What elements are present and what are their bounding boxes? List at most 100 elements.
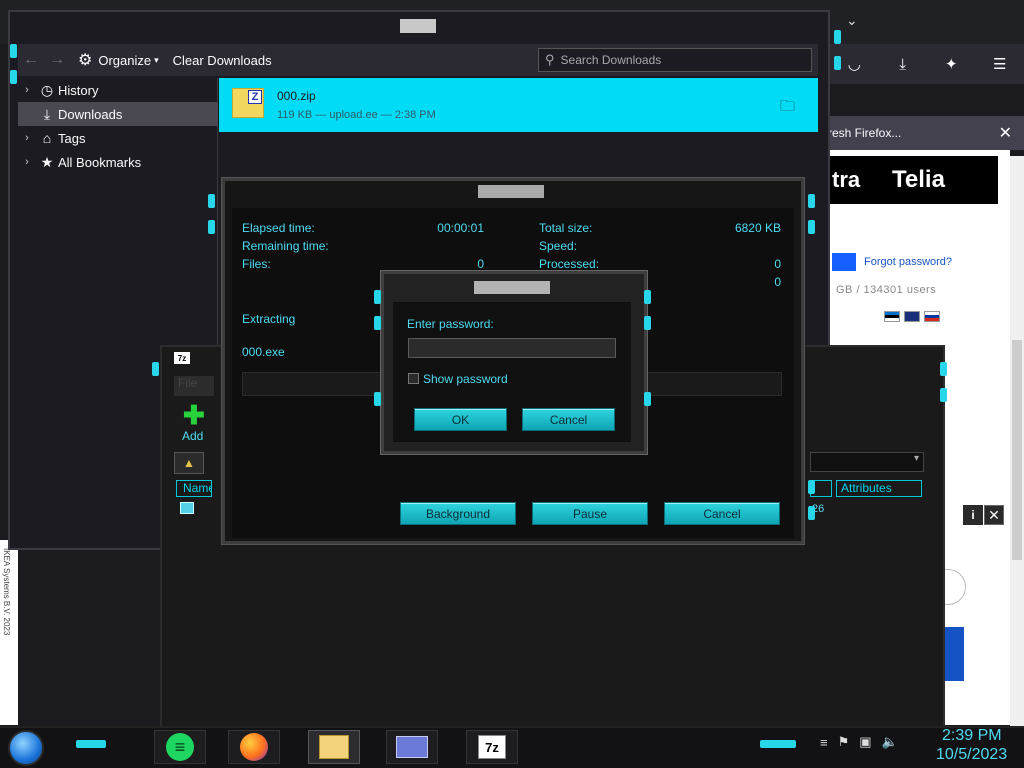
sidebar-item-label: History	[58, 82, 99, 98]
ratio-value: 0	[774, 275, 781, 289]
sidebar-item-tags[interactable]: › ⌂ Tags	[18, 126, 218, 150]
card-icon	[396, 736, 428, 758]
ad-info-icon[interactable]: i	[963, 505, 983, 525]
frame-light	[940, 388, 947, 402]
chevron-down-icon[interactable]: ⌄	[846, 12, 858, 29]
taskbar-notes-app[interactable]: ≡	[154, 730, 206, 764]
taskbar-control-panel[interactable]	[386, 730, 438, 764]
telia-logo: Telia	[892, 166, 945, 193]
sidebar-item-all-bookmarks[interactable]: › ★ All Bookmarks	[18, 150, 218, 174]
total-size-label: Total size:	[539, 221, 593, 235]
chevron-right-icon[interactable]: ›	[18, 156, 36, 168]
chevron-down-icon: ▾	[154, 54, 159, 65]
folder-up-icon[interactable]: ▲	[174, 452, 204, 474]
frame-light	[374, 316, 381, 330]
background-button[interactable]: Background	[400, 502, 516, 525]
web-banner: tra Telia	[820, 156, 998, 204]
users-stat: GB / 134301 users	[836, 284, 937, 296]
frame-light	[10, 44, 17, 58]
menu-file[interactable]: File	[174, 376, 214, 396]
clock-time[interactable]: 2:39 PM	[942, 727, 1002, 745]
taskbar-light	[760, 740, 796, 748]
elapsed-label: Elapsed time:	[242, 221, 315, 235]
frame-light	[208, 220, 215, 234]
7zip-logo-icon: 7z	[174, 352, 190, 364]
frame-light	[644, 316, 651, 330]
forward-button[interactable]: →	[44, 51, 70, 69]
download-item[interactable]	[219, 78, 818, 132]
chevron-right-icon[interactable]: ›	[18, 84, 36, 96]
clock-icon: ◷	[40, 81, 54, 98]
forgot-password-link[interactable]: Forgot password?	[864, 256, 952, 268]
copyright-text: IKEA Systems B.V. 2023	[2, 548, 11, 636]
pause-button[interactable]: Pause	[532, 502, 648, 525]
password-label: Enter password:	[407, 317, 494, 331]
clear-downloads-button[interactable]: Clear Downloads	[173, 53, 272, 68]
menu-icon[interactable]: ☰	[989, 53, 1011, 75]
folder-icon[interactable]: 🗀	[780, 96, 795, 121]
sidebar-item-label: All Bookmarks	[58, 154, 142, 170]
start-button[interactable]	[8, 730, 44, 766]
extensions-icon[interactable]: ✦	[940, 53, 962, 75]
taskbar-7zip[interactable]: 7z	[466, 730, 518, 764]
scrollbar-thumb[interactable]	[1012, 340, 1022, 560]
sidebar-item-downloads[interactable]: ⤓ Downloads	[18, 102, 218, 126]
russian-flag-icon[interactable]	[924, 311, 940, 322]
sidebar-item-history[interactable]: › ◷ History	[18, 78, 218, 102]
ok-button[interactable]: OK	[414, 408, 507, 431]
back-button[interactable]: ←	[18, 51, 44, 69]
frame-light	[940, 362, 947, 376]
tag-icon: ⌂	[42, 130, 52, 146]
column-header-attributes[interactable]: Attributes	[836, 480, 922, 497]
processed-value: 0	[774, 257, 781, 271]
file-row-icon[interactable]	[180, 502, 194, 514]
frame-light	[808, 194, 815, 208]
total-size-value: 6820 KB	[734, 221, 781, 235]
show-password-label[interactable]: Show password	[423, 372, 508, 386]
flag-icon[interactable]: ⚑	[838, 734, 850, 750]
elapsed-value: 00:00:01	[437, 221, 484, 235]
download-filename: 000.zip	[277, 89, 316, 103]
clock-date[interactable]: 10/5/2023	[936, 746, 1007, 764]
library-title	[400, 19, 436, 33]
notes-icon: ≡	[166, 733, 194, 761]
notifications-icon[interactable]: ≡	[820, 735, 828, 750]
frame-light	[152, 362, 159, 376]
password-field[interactable]	[408, 338, 616, 358]
frame-light	[208, 194, 215, 208]
refresh-notification[interactable]: resh Firefox... ✕	[820, 116, 1024, 150]
sidebar-item-label: Downloads	[58, 106, 123, 122]
add-icon[interactable]: ✚	[183, 402, 205, 428]
uk-flag-icon[interactable]	[904, 311, 920, 322]
status-text: Extracting	[242, 312, 296, 326]
remaining-label: Remaining time:	[242, 239, 329, 253]
organize-button[interactable]: ⚙ Organize ▾	[78, 50, 159, 70]
column-header-name[interactable]: Name	[176, 480, 212, 497]
files-value: 0	[477, 257, 484, 271]
download-icon: ⤓	[43, 105, 51, 122]
search-input[interactable]: ⚲ Search Downloads	[538, 48, 812, 72]
sidebar-item-label: Tags	[58, 130, 86, 146]
zip-file-icon: Z	[232, 88, 264, 118]
notification-text: resh Firefox...	[828, 126, 902, 140]
firefox-icon	[240, 733, 268, 761]
close-icon[interactable]: ✕	[999, 123, 1012, 143]
frame-light	[10, 70, 17, 84]
estonian-flag-icon[interactable]	[884, 311, 900, 322]
login-button[interactable]	[832, 253, 856, 271]
ad-close-button[interactable]: ✕	[984, 505, 1004, 525]
volume-icon[interactable]: 🔈	[882, 734, 898, 750]
taskbar-file-explorer[interactable]	[308, 730, 360, 764]
add-button[interactable]: Add	[182, 429, 203, 443]
pocket-icon[interactable]: ◡	[843, 53, 865, 75]
taskbar-firefox[interactable]	[228, 730, 280, 764]
network-icon[interactable]: ▣	[859, 734, 871, 750]
chevron-right-icon[interactable]: ›	[18, 132, 36, 144]
show-password-checkbox[interactable]	[408, 373, 419, 384]
cancel-button[interactable]: Cancel	[664, 502, 780, 525]
path-combobox[interactable]: ▾	[810, 452, 924, 472]
cancel-button[interactable]: Cancel	[522, 408, 615, 431]
search-placeholder: Search Downloads	[560, 53, 662, 67]
download-icon[interactable]: ⤓	[892, 53, 914, 75]
gear-icon: ⚙	[78, 52, 93, 69]
